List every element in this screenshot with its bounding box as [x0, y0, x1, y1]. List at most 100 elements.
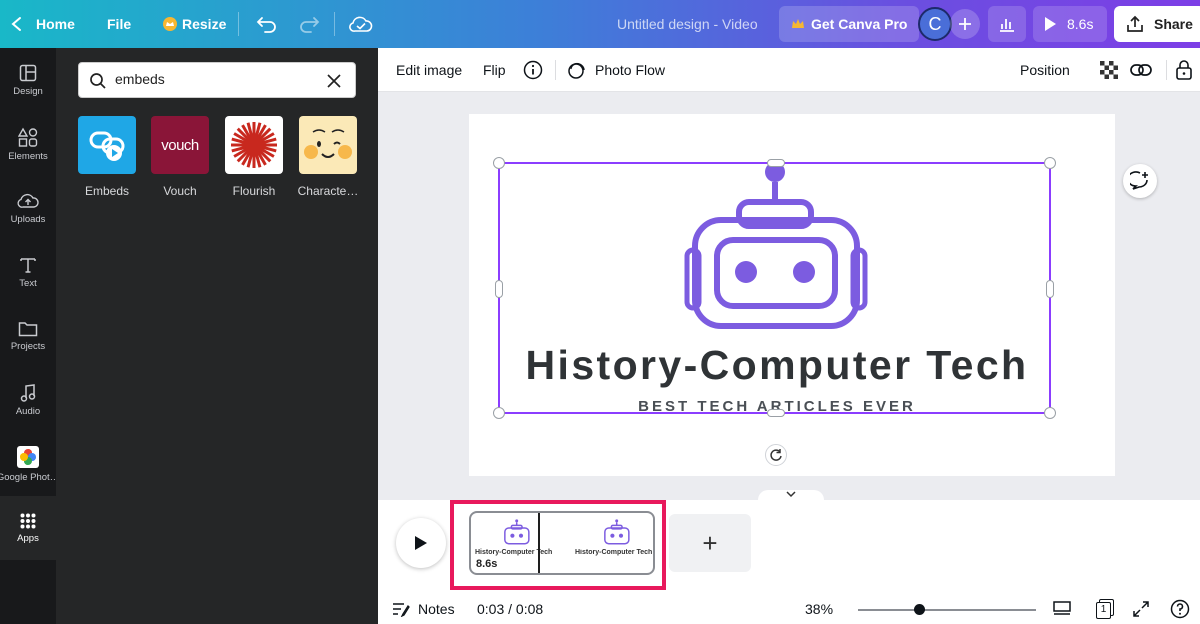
fullscreen-button[interactable] — [1132, 594, 1150, 624]
rotate-handle[interactable] — [765, 444, 787, 466]
search-input[interactable] — [115, 71, 315, 87]
notes-button[interactable]: Notes — [392, 594, 455, 624]
plus-icon — [959, 18, 971, 30]
design-page[interactable]: History-Computer Tech BEST TECH ARTICLES… — [469, 114, 1115, 476]
search-box — [78, 62, 356, 98]
resize-handle-left[interactable] — [495, 280, 503, 298]
rail-item-elements[interactable]: Elements — [0, 112, 56, 176]
help-button[interactable] — [1170, 594, 1190, 624]
app-label: Vouch — [163, 184, 197, 198]
transparency-checker-icon — [1100, 61, 1118, 79]
google-photos-icon — [17, 445, 39, 468]
link-icon — [1130, 64, 1152, 76]
divider — [334, 12, 335, 36]
apps-panel: Embeds vouch Vouch Flourish Characte… — [56, 48, 378, 624]
layout-icon — [19, 64, 37, 81]
pages-icon: 1 — [1095, 599, 1115, 619]
rail-item-projects[interactable]: Projects — [0, 304, 56, 368]
canvas-workspace: History-Computer Tech BEST TECH ARTICLES… — [378, 92, 1200, 500]
save-status-button[interactable] — [349, 0, 373, 48]
rail-item-google-photos[interactable]: Google Phot… — [0, 432, 59, 496]
document-title[interactable]: Untitled design - Video — [617, 0, 758, 48]
zoom-slider-track[interactable] — [858, 609, 1036, 611]
crown-icon — [792, 19, 804, 28]
present-button[interactable]: 8.6s — [1033, 6, 1107, 42]
file-menu[interactable]: File — [107, 0, 131, 48]
notes-label: Notes — [418, 601, 455, 617]
resize-handle-top[interactable] — [767, 159, 785, 167]
photo-flow-label: Photo Flow — [595, 62, 666, 78]
clip-logo-title: History-Computer Tech — [475, 549, 553, 556]
flourish-app-icon — [225, 116, 283, 174]
divider — [555, 60, 556, 80]
position-button[interactable]: Position — [1020, 48, 1070, 92]
share-button[interactable]: Share — [1114, 6, 1200, 42]
invite-button[interactable] — [950, 9, 980, 39]
redo-icon — [300, 17, 320, 33]
play-icon — [1045, 17, 1056, 31]
page-count: 1 — [1096, 602, 1111, 619]
photo-flow-button[interactable]: Photo Flow — [567, 48, 665, 92]
shapes-icon — [18, 127, 38, 147]
page-count-button[interactable]: 1 — [1095, 594, 1115, 624]
user-avatar-button[interactable]: C — [918, 7, 952, 41]
bar-chart-icon — [1000, 19, 1014, 32]
resize-handle-right[interactable] — [1046, 280, 1054, 298]
app-tile-flourish[interactable]: Flourish — [225, 116, 283, 198]
fullscreen-icon — [1133, 601, 1149, 617]
info-icon — [523, 60, 543, 80]
get-canva-pro-label: Get Canva Pro — [811, 16, 908, 32]
footer-bar: Notes 0:03 / 0:08 38% 1 — [378, 594, 1200, 624]
grid-view-button[interactable] — [1053, 594, 1071, 624]
app-tile-characters[interactable]: Characte… — [297, 116, 359, 198]
zoom-percentage[interactable]: 38% — [805, 594, 833, 624]
music-note-icon — [20, 383, 36, 402]
vouch-app-icon: vouch — [151, 116, 209, 174]
add-page-button[interactable]: + — [669, 514, 751, 572]
time-indicator: 0:03 / 0:08 — [477, 601, 544, 617]
zoom-slider-knob[interactable] — [914, 604, 925, 615]
resize-handle-bottom-right[interactable] — [1044, 407, 1056, 419]
canva-editor: Home File Resize Untitled design - Video… — [0, 0, 1200, 624]
resize-button[interactable]: Resize — [162, 0, 226, 48]
transparency-button[interactable] — [1100, 48, 1118, 92]
app-tile-vouch[interactable]: vouch Vouch — [151, 116, 209, 198]
redo-button[interactable] — [298, 0, 320, 48]
get-canva-pro-button[interactable]: Get Canva Pro — [779, 6, 920, 42]
edit-image-button[interactable]: Edit image — [396, 48, 462, 92]
flip-button[interactable]: Flip — [483, 48, 506, 92]
add-comment-button[interactable] — [1123, 164, 1157, 198]
home-button[interactable]: Home — [10, 0, 75, 48]
expand-timeline-button[interactable] — [758, 490, 824, 504]
text-icon — [20, 257, 36, 273]
insights-button[interactable] — [988, 6, 1026, 42]
resize-handle-top-right[interactable] — [1044, 157, 1056, 169]
rail-item-audio[interactable]: Audio — [0, 368, 56, 432]
clip-logo-title: History-Computer Tech — [575, 549, 653, 556]
resize-handle-top-left[interactable] — [493, 157, 505, 169]
undo-button[interactable] — [256, 0, 278, 48]
info-button[interactable] — [523, 48, 543, 92]
notes-icon — [393, 603, 410, 617]
divider — [1166, 60, 1167, 80]
rail-item-label: Text — [19, 277, 37, 289]
clear-search-icon[interactable] — [327, 74, 341, 88]
app-tile-embeds[interactable]: Embeds — [78, 116, 136, 198]
playhead[interactable] — [538, 513, 540, 573]
top-bar: Home File Resize Untitled design - Video… — [0, 0, 1200, 48]
resize-handle-bottom[interactable] — [767, 409, 785, 417]
search-icon — [90, 73, 106, 89]
rail-item-uploads[interactable]: Uploads — [0, 176, 56, 240]
link-button[interactable] — [1130, 48, 1152, 92]
timeline-clip[interactable]: History-Computer Tech History-Computer T… — [469, 511, 655, 575]
play-button[interactable] — [396, 518, 446, 568]
folder-icon — [18, 321, 38, 336]
rail-item-apps[interactable]: Apps — [0, 496, 56, 560]
resize-handle-bottom-left[interactable] — [493, 407, 505, 419]
lock-button[interactable] — [1175, 48, 1193, 92]
app-label: Characte… — [297, 184, 359, 198]
rail-item-text[interactable]: Text — [0, 240, 56, 304]
resize-label: Resize — [182, 16, 227, 32]
chevron-left-icon — [11, 17, 21, 31]
rail-item-design[interactable]: Design — [0, 48, 56, 112]
